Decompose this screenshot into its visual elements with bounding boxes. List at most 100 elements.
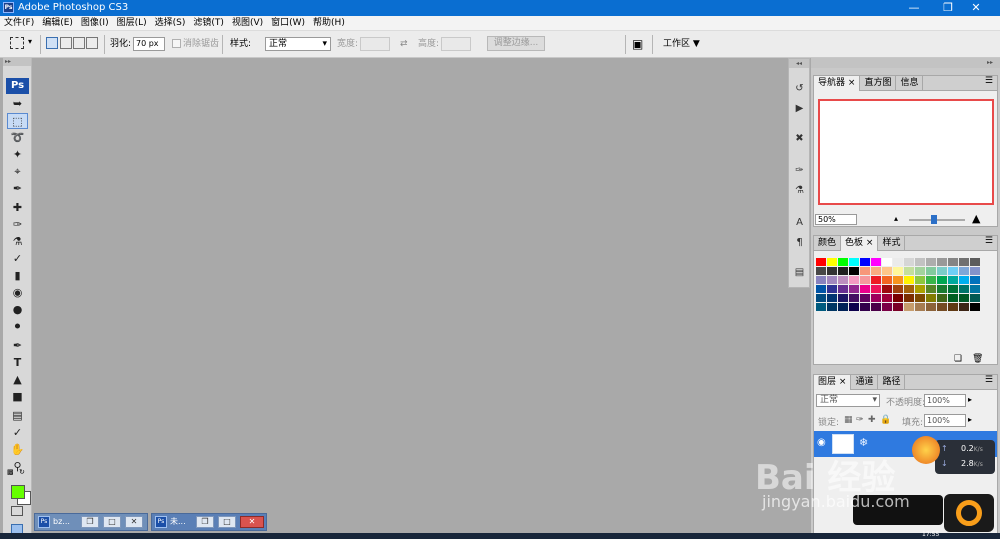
menu-view[interactable]: 视图(V) <box>228 16 267 31</box>
minimized-document-2[interactable]: Ps 未... ❐ □ ✕ <box>151 513 267 531</box>
menu-help[interactable]: 帮助(H) <box>309 16 349 31</box>
path-selection-tool-icon[interactable]: ▲ <box>7 372 28 388</box>
crop-tool-icon[interactable]: ⌖ <box>7 164 28 180</box>
magic-wand-tool-icon[interactable]: ✦ <box>7 147 28 163</box>
trash-icon[interactable]: 🗑 <box>972 354 983 364</box>
new-swatch-icon[interactable]: ❏ <box>954 354 962 364</box>
type-tool-icon[interactable]: T <box>7 355 28 371</box>
subtract-selection-icon[interactable] <box>73 37 85 49</box>
character-icon[interactable]: A <box>791 215 808 231</box>
tool-presets-icon[interactable]: ✖ <box>791 131 808 147</box>
workspace-button[interactable]: 工作区 ▼ <box>663 38 700 50</box>
eyedropper-tool-icon[interactable]: ✓ <box>7 425 28 441</box>
tab-layers[interactable]: 图层 × <box>814 375 852 390</box>
tab-navigator[interactable]: 导航器 × <box>814 76 861 91</box>
notes-tool-icon[interactable]: ▤ <box>7 408 28 424</box>
panel-menu-icon[interactable]: ☰ <box>985 375 993 385</box>
marquee-preset-icon[interactable] <box>10 37 24 49</box>
zoom-slider[interactable] <box>909 219 965 221</box>
default-colors-icon[interactable]: ▩ <box>7 468 14 476</box>
pen-tool-icon[interactable]: ✒ <box>7 338 28 354</box>
swatch-grid[interactable] <box>816 258 982 312</box>
menu-image[interactable]: 图像(I) <box>77 16 113 31</box>
tab-color[interactable]: 颜色 <box>814 236 842 251</box>
brushes-icon[interactable]: ✑ <box>791 163 808 179</box>
hand-tool-icon[interactable]: ✋ <box>7 442 28 458</box>
expand-dock-icon[interactable]: ◂◂ <box>789 59 809 68</box>
toolbox-logo[interactable]: Ps <box>6 78 29 94</box>
blend-mode-select[interactable]: 正常 ▾ <box>816 394 880 407</box>
refine-edge-button[interactable]: 调整边缘... <box>487 36 545 51</box>
swap-icon[interactable]: ⇄ <box>400 38 408 50</box>
brush-tool-icon[interactable]: ✑ <box>7 217 28 233</box>
new-selection-icon[interactable] <box>46 37 58 49</box>
blur-tool-icon[interactable]: ● <box>7 302 28 318</box>
eraser-tool-icon[interactable]: ▮ <box>7 268 28 284</box>
rectangle-tool-icon[interactable]: ■ <box>7 389 28 405</box>
lock-pixels-icon[interactable]: ✑ <box>856 415 864 425</box>
restore-icon[interactable]: ❐ <box>81 516 99 528</box>
panel-menu-icon[interactable]: ☰ <box>985 76 993 86</box>
antialias-checkbox[interactable] <box>172 39 181 48</box>
lasso-tool-icon[interactable]: ➰ <box>7 130 28 146</box>
marquee-tool-icon[interactable]: ⬚ <box>7 113 28 129</box>
maximize-icon[interactable]: □ <box>218 516 236 528</box>
style-select[interactable]: 正常 ▾ <box>265 37 331 51</box>
menu-edit[interactable]: 编辑(E) <box>38 16 77 31</box>
chevron-right-icon[interactable]: ▸ <box>968 415 972 424</box>
tab-styles[interactable]: 样式 <box>878 236 906 251</box>
width-input[interactable] <box>360 37 390 51</box>
lock-position-icon[interactable]: ✚ <box>868 415 876 425</box>
zoom-in-icon[interactable]: ▲ <box>972 212 980 225</box>
eye-icon[interactable]: ◉ <box>817 437 826 448</box>
intersect-selection-icon[interactable] <box>86 37 98 49</box>
history-brush-tool-icon[interactable]: ✓ <box>7 251 28 267</box>
fill-input[interactable]: 100% <box>924 414 966 427</box>
chevron-right-icon[interactable]: ▸ <box>968 395 972 404</box>
menu-layer[interactable]: 图层(L) <box>113 16 151 31</box>
minimized-document-1[interactable]: Ps bz... ❐ □ ✕ <box>34 513 148 531</box>
dodge-tool-icon[interactable]: ⚫ <box>7 319 28 335</box>
close-button[interactable]: ✕ <box>962 0 990 16</box>
collapse-panels-icon[interactable]: ▸▸ <box>811 58 1000 68</box>
height-input[interactable] <box>441 37 471 51</box>
paragraph-icon[interactable]: ¶ <box>791 235 808 251</box>
panel-menu-icon[interactable]: ☰ <box>985 236 993 246</box>
menu-select[interactable]: 选择(S) <box>151 16 190 31</box>
foreground-color-swatch[interactable] <box>11 485 25 499</box>
close-icon[interactable]: ✕ <box>240 516 264 528</box>
tab-info[interactable]: 信息 <box>896 76 924 91</box>
healing-brush-tool-icon[interactable]: ✚ <box>7 200 28 216</box>
add-selection-icon[interactable] <box>60 37 72 49</box>
feather-input[interactable]: 70 px <box>133 37 165 51</box>
zoom-out-icon[interactable]: ▴ <box>894 214 898 223</box>
bridge-icon[interactable]: ▣ <box>632 37 643 51</box>
slice-tool-icon[interactable]: ✒ <box>7 181 28 197</box>
tab-histogram[interactable]: 直方图 <box>860 76 897 91</box>
tab-paths[interactable]: 路径 <box>878 375 906 390</box>
menu-filter[interactable]: 滤镜(T) <box>189 16 228 31</box>
quick-mask-icon[interactable] <box>11 506 23 516</box>
tab-swatches[interactable]: 色板 × <box>841 236 879 251</box>
close-icon[interactable]: × <box>839 377 847 387</box>
close-icon[interactable]: ✕ <box>125 516 143 528</box>
opacity-input[interactable]: 100% <box>924 394 966 407</box>
clone-source-icon[interactable]: ⚗ <box>791 183 808 199</box>
layer-comps-icon[interactable]: ▤ <box>791 265 808 281</box>
swap-colors-icon[interactable]: ↻ <box>19 468 25 476</box>
navigator-zoom-input[interactable]: 50% <box>815 214 857 225</box>
minimize-button[interactable]: — <box>900 0 928 16</box>
lock-all-icon[interactable]: 🔒 <box>880 415 891 425</box>
navigator-preview[interactable] <box>818 99 994 205</box>
tab-channels[interactable]: 通道 <box>851 375 879 390</box>
lock-transparent-icon[interactable]: ▦ <box>844 415 853 425</box>
menu-window[interactable]: 窗口(W) <box>267 16 309 31</box>
chevron-down-icon[interactable]: ▾ <box>28 37 32 46</box>
paint-bucket-tool-icon[interactable]: ◉ <box>7 285 28 301</box>
close-icon[interactable]: × <box>866 238 874 248</box>
maximize-icon[interactable]: □ <box>103 516 121 528</box>
clone-stamp-tool-icon[interactable]: ⚗ <box>7 234 28 250</box>
restore-icon[interactable]: ❐ <box>196 516 214 528</box>
collapse-toolbox-icon[interactable]: ▸▸ <box>3 58 31 66</box>
move-tool-icon[interactable]: ➥ <box>7 96 28 112</box>
